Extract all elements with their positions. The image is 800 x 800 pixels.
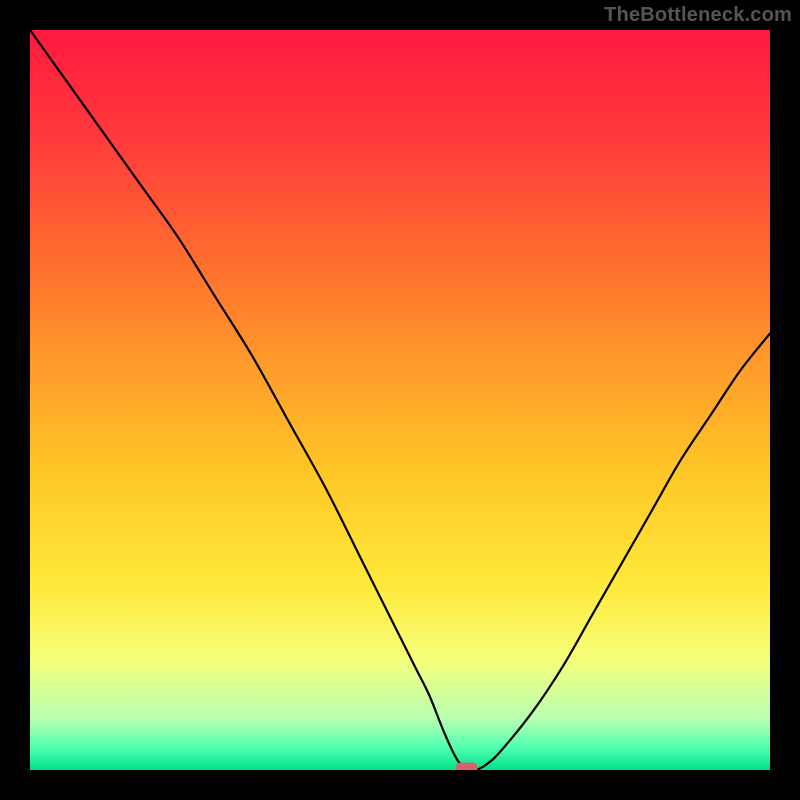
chart-svg	[30, 30, 770, 770]
plot-area	[30, 30, 770, 770]
optimal-marker	[456, 763, 478, 771]
gradient-background	[30, 30, 770, 770]
chart-frame: TheBottleneck.com	[0, 0, 800, 800]
watermark-text: TheBottleneck.com	[604, 4, 792, 27]
